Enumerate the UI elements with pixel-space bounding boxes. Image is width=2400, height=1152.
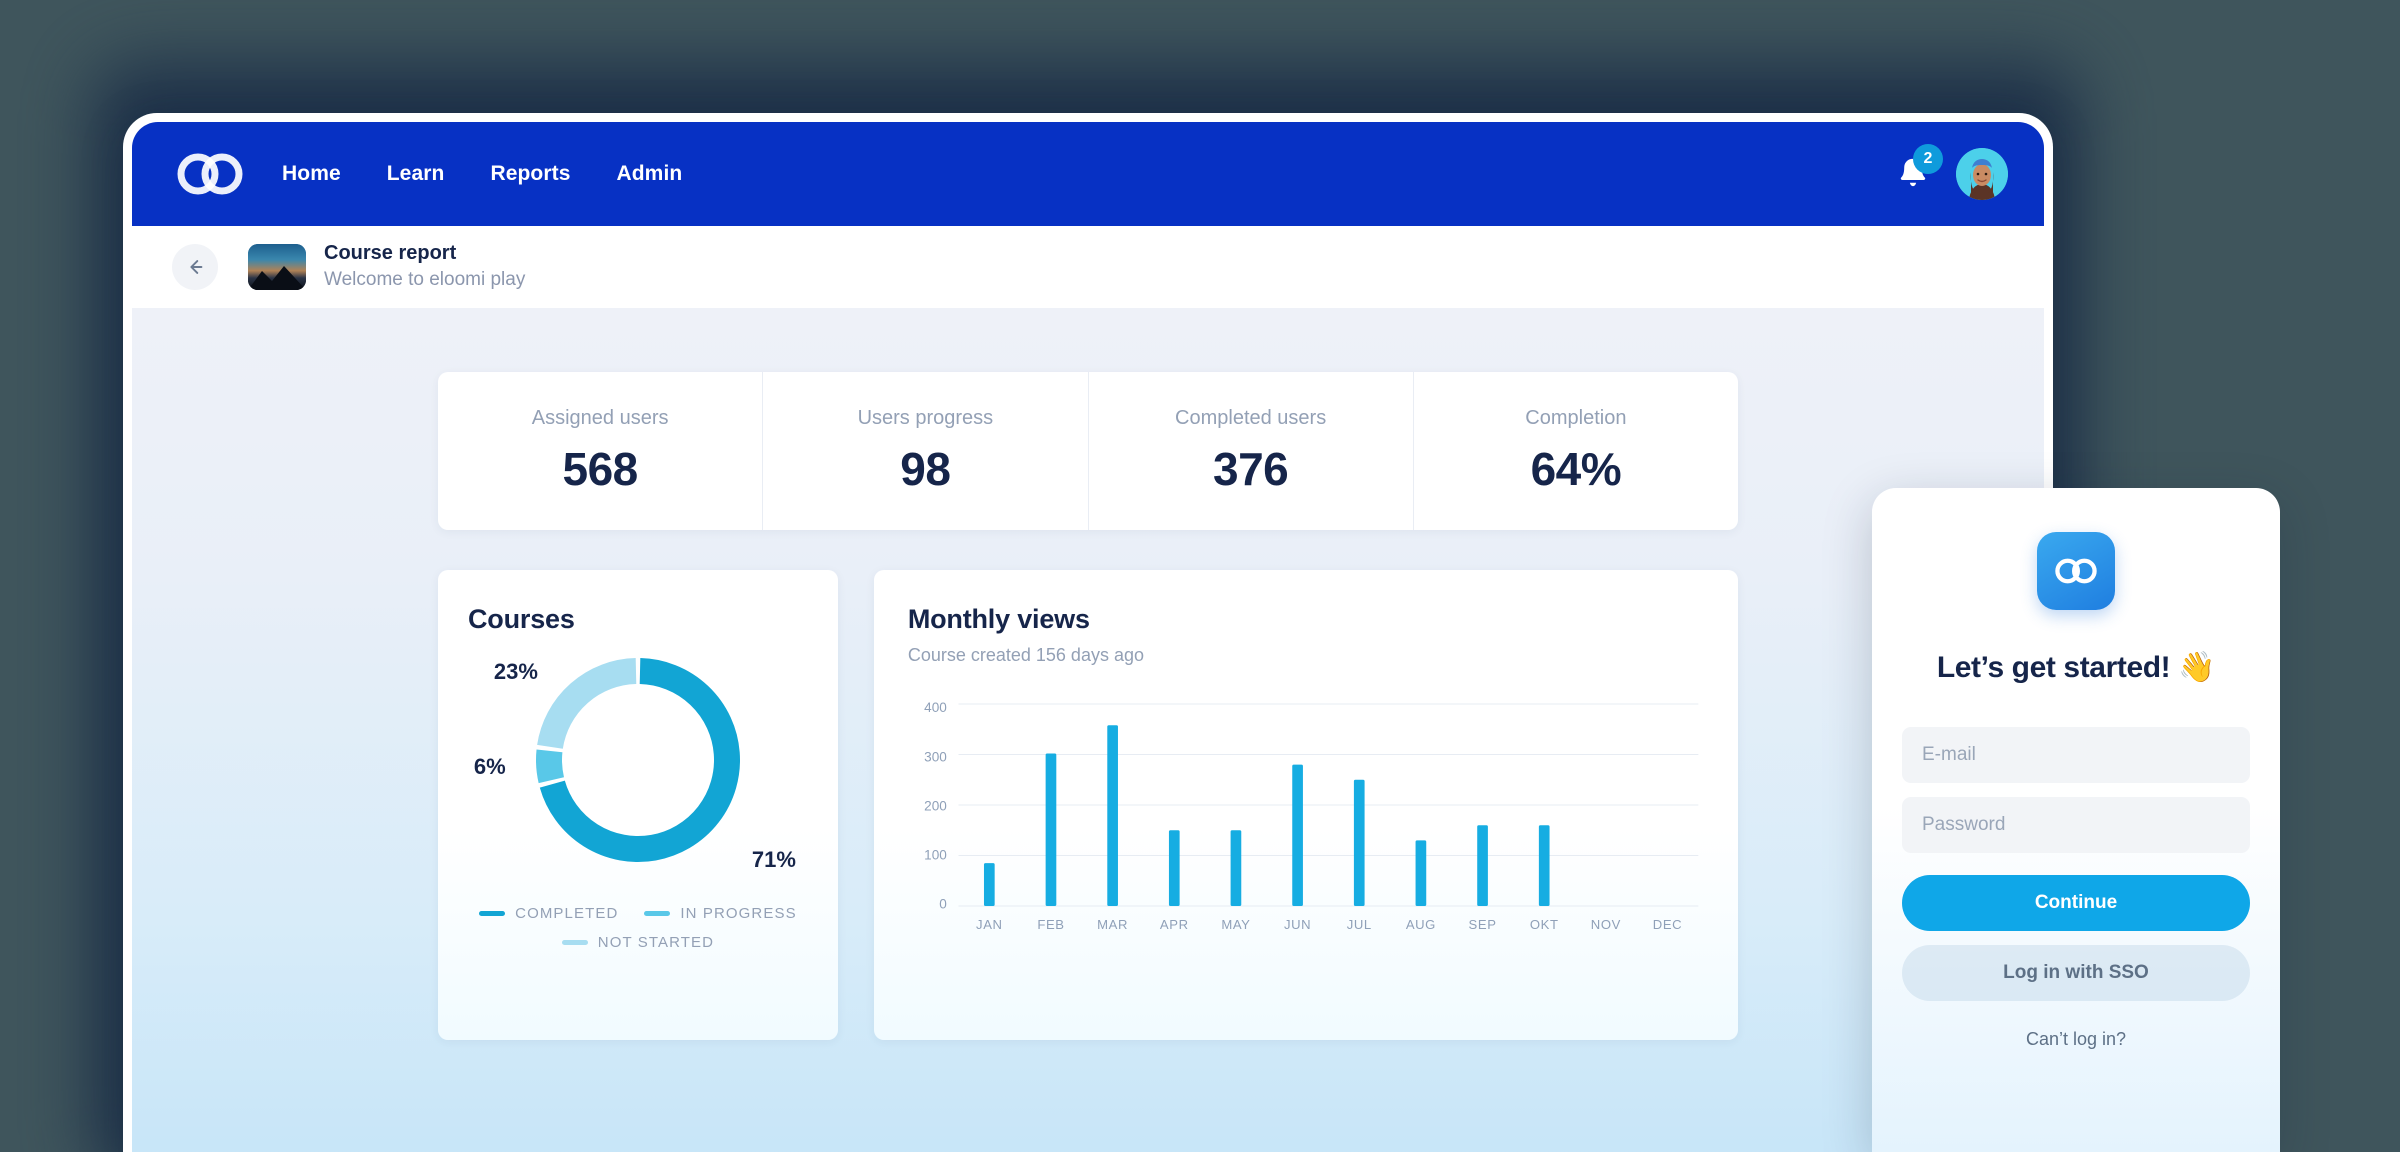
x-axis-tick-label: MAR bbox=[1097, 917, 1128, 932]
continue-button[interactable]: Continue bbox=[1902, 875, 2250, 931]
page-subtitle: Welcome to eloomi play bbox=[324, 269, 526, 291]
back-button[interactable] bbox=[172, 244, 218, 290]
course-thumbnail-image bbox=[248, 244, 306, 290]
kpi-value: 64% bbox=[1530, 442, 1622, 495]
donut-slice-not-started[interactable] bbox=[537, 658, 637, 750]
x-axis-tick-label: MAY bbox=[1221, 917, 1250, 932]
x-axis-tick-label: JUL bbox=[1347, 917, 1372, 932]
courses-donut-chart: 23% 6% 71% bbox=[474, 649, 796, 879]
kpi-users-progress: Users progress 98 bbox=[763, 372, 1089, 530]
bar-chart-labels-svg: 0 100 200 300 400 JAN FEB MAR APR MAY JUN JUL AUG SE… bbox=[924, 700, 1682, 932]
y-axis-tick-label: 100 bbox=[924, 847, 947, 862]
x-axis-tick-label: OKT bbox=[1530, 917, 1559, 932]
kpi-completion: Completion 64% bbox=[1414, 372, 1738, 530]
legend-label: IN PROGRESS bbox=[680, 905, 797, 922]
eloomi-rings-icon bbox=[2055, 558, 2097, 584]
user-avatar[interactable] bbox=[1956, 148, 2008, 200]
y-axis-tick-label: 0 bbox=[939, 896, 947, 911]
monthly-views-subtitle: Course created 156 days ago bbox=[907, 645, 1144, 665]
eloomi-app-icon bbox=[2037, 532, 2115, 610]
legend-row-top: COMPLETED IN PROGRESS bbox=[468, 905, 808, 922]
y-axis-tick-label: 200 bbox=[924, 798, 947, 813]
password-field[interactable] bbox=[1902, 797, 2250, 853]
legend-swatch-completed bbox=[479, 911, 506, 916]
kpi-label: Users progress bbox=[857, 406, 994, 429]
kpi-value: 376 bbox=[1213, 442, 1289, 495]
avatar-image bbox=[1956, 148, 2008, 200]
legend-row-bottom: NOT STARTED bbox=[468, 934, 808, 951]
login-card: Let’s get started! 👋 Continue Log in wit… bbox=[1872, 488, 2280, 1152]
sso-login-button[interactable]: Log in with SSO bbox=[1902, 945, 2250, 1001]
notifications-button[interactable]: 2 bbox=[1896, 144, 1943, 193]
x-axis-tick-label: APR bbox=[1160, 917, 1189, 932]
page-title: Course report bbox=[324, 242, 457, 265]
kpi-summary-strip: Assigned users 568 Users progress 98 Com… bbox=[438, 372, 1738, 530]
dashboard-inner: Assigned users 568 Users progress 98 Com… bbox=[438, 372, 1738, 1040]
courses-card: Courses 23% 6% 71% COMPLETED IN PROGRESS… bbox=[438, 570, 838, 1040]
donut-label-not-started: 23% bbox=[493, 659, 538, 684]
donut-slice-in-progress[interactable] bbox=[535, 749, 564, 784]
device-frame: Home Learn Reports Admin 2 Course report… bbox=[123, 113, 2053, 1152]
nav-link-home[interactable]: Home bbox=[282, 162, 341, 186]
email-field[interactable] bbox=[1902, 727, 2250, 783]
arrow-left-icon bbox=[190, 260, 203, 274]
donut-label-completed: 71% bbox=[751, 847, 796, 872]
course-subheader: Course report Welcome to eloomi play bbox=[132, 226, 2044, 308]
legend-item-completed[interactable]: COMPLETED bbox=[479, 905, 618, 922]
x-axis-tick-label: FEB bbox=[1037, 917, 1064, 932]
courses-legend: COMPLETED IN PROGRESS NOT STARTED bbox=[468, 905, 808, 951]
course-header-text: Course report Welcome to eloomi play bbox=[324, 240, 525, 294]
kpi-label: Completed users bbox=[1175, 406, 1327, 429]
legend-item-in-progress[interactable]: IN PROGRESS bbox=[644, 905, 796, 922]
legend-swatch-in-progress bbox=[644, 911, 671, 916]
kpi-completed-users: Completed users 376 bbox=[1089, 372, 1414, 530]
monthly-views-card: Monthly views Course created 156 days ag… bbox=[873, 570, 1738, 1040]
kpi-assigned-users: Assigned users 568 bbox=[438, 372, 764, 530]
y-axis-tick-label: 300 bbox=[924, 749, 947, 764]
eloomi-rings-logo-icon[interactable] bbox=[172, 148, 248, 200]
x-axis-tick-label: JAN bbox=[976, 917, 1002, 932]
nav-link-learn[interactable]: Learn bbox=[387, 162, 445, 186]
x-axis-tick-label: AUG bbox=[1406, 917, 1436, 932]
nav-right-cluster: 2 bbox=[1896, 144, 2008, 200]
monthly-views-title: Monthly views bbox=[907, 604, 1090, 634]
cant-log-in-link[interactable]: Can’t log in? bbox=[2026, 1029, 2126, 1050]
kpi-label: Completion bbox=[1525, 406, 1627, 429]
legend-swatch-not-started bbox=[561, 940, 588, 945]
kpi-label: Assigned users bbox=[531, 406, 669, 429]
kpi-value: 568 bbox=[562, 442, 639, 495]
charts-row: Courses 23% 6% 71% COMPLETED IN PROGRESS… bbox=[438, 570, 1738, 1040]
x-axis-tick-label: SEP bbox=[1468, 917, 1496, 932]
donut-label-in-progress: 6% bbox=[473, 754, 506, 779]
primary-nav-links: Home Learn Reports Admin bbox=[282, 162, 682, 186]
courses-card-title: Courses bbox=[468, 604, 575, 634]
legend-label: COMPLETED bbox=[515, 905, 619, 922]
x-axis-tick-label: DEC bbox=[1653, 917, 1682, 932]
nav-link-admin[interactable]: Admin bbox=[616, 162, 682, 186]
y-axis-tick-label: 400 bbox=[924, 700, 947, 715]
legend-label: NOT STARTED bbox=[597, 934, 715, 951]
nav-link-reports[interactable]: Reports bbox=[490, 162, 570, 186]
login-heading: Let’s get started! 👋 bbox=[1936, 651, 2216, 684]
app-screen: Home Learn Reports Admin 2 Course report… bbox=[132, 122, 2044, 1152]
legend-item-not-started[interactable]: NOT STARTED bbox=[561, 934, 715, 951]
x-axis-tick-label: JUN bbox=[1284, 917, 1311, 932]
notification-count-badge: 2 bbox=[1913, 144, 1943, 174]
monthly-views-bar-chart: 0 100 200 300 400 JAN FEB MAR APR MAY JUN JUL AUG SE… bbox=[908, 696, 1704, 946]
course-thumbnail[interactable] bbox=[248, 244, 306, 290]
top-navigation-bar: Home Learn Reports Admin 2 bbox=[132, 122, 2044, 226]
kpi-value: 98 bbox=[900, 442, 951, 495]
donut-svg bbox=[535, 658, 740, 862]
x-axis-tick-label: NOV bbox=[1591, 917, 1621, 932]
dashboard-content: Assigned users 568 Users progress 98 Com… bbox=[132, 308, 2044, 1152]
